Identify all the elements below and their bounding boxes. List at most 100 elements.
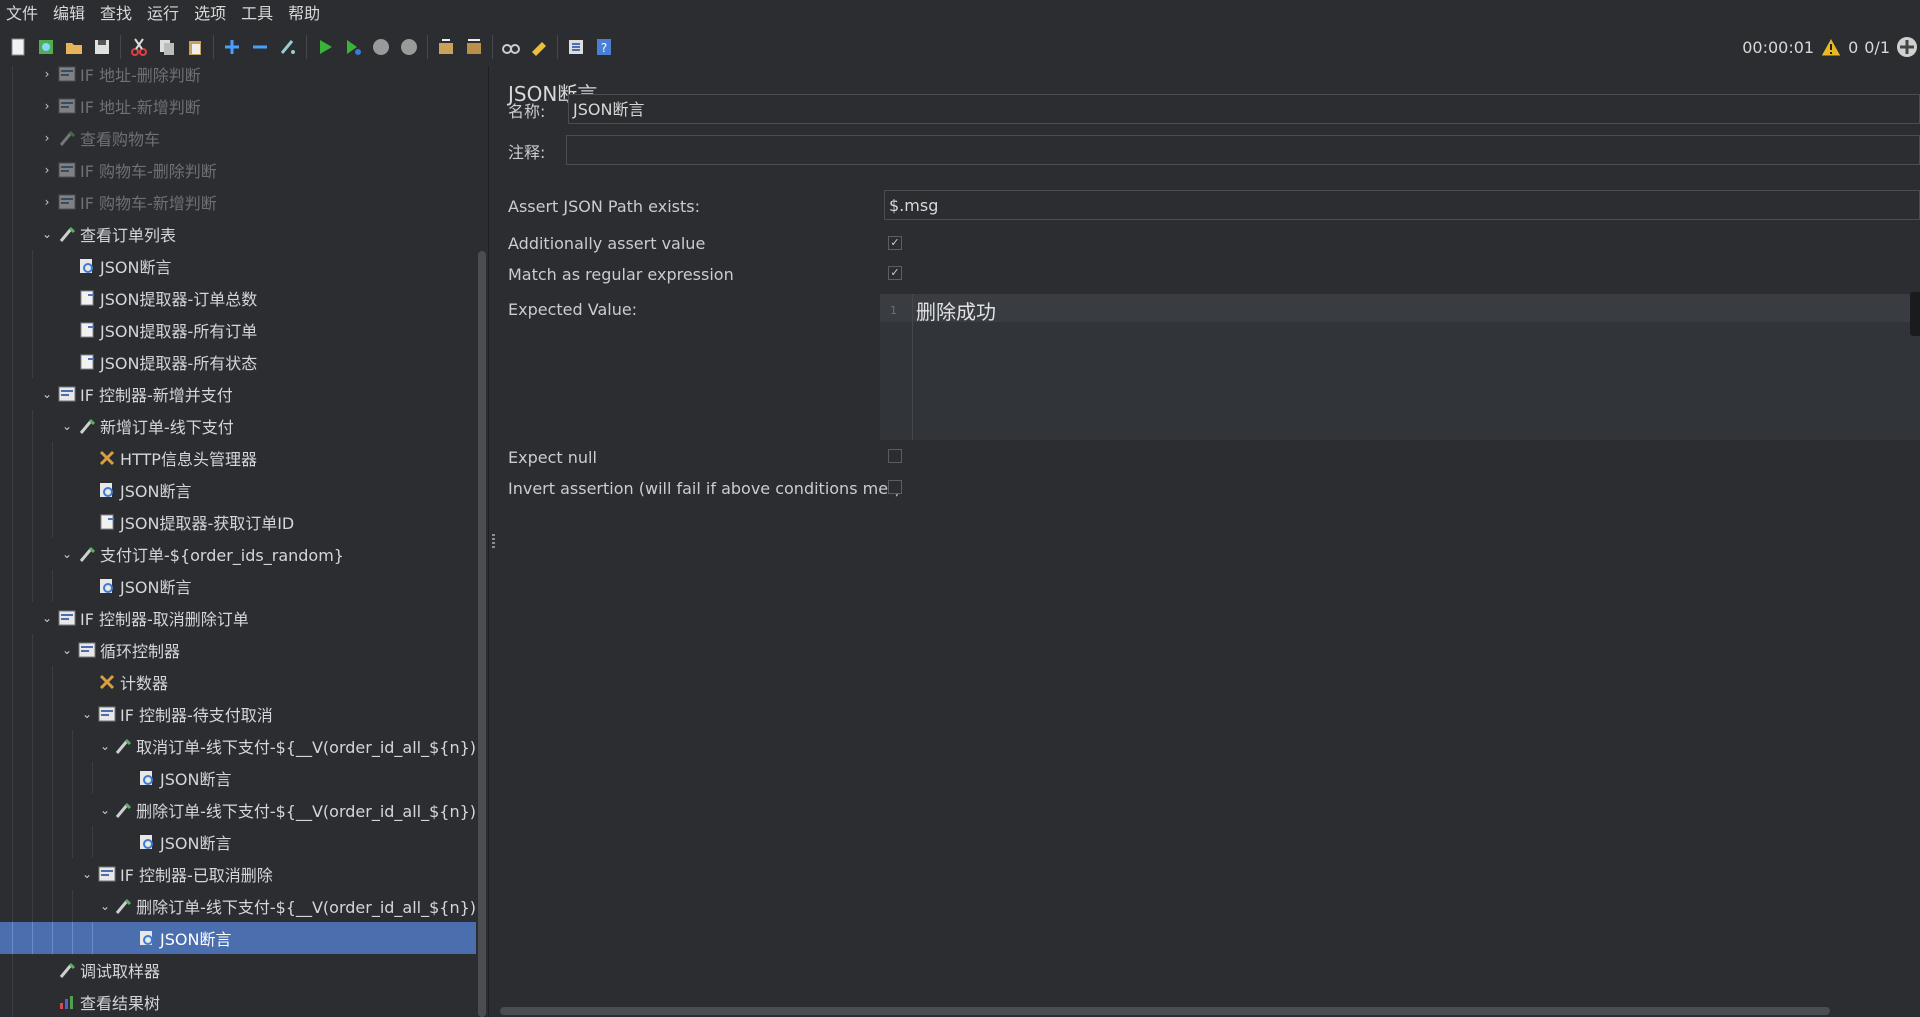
chevron-down-icon[interactable]: ⌄ <box>60 643 74 657</box>
splitter-grip[interactable] <box>492 534 495 548</box>
tree-node[interactable]: JSON断言 <box>0 922 476 954</box>
chevron-right-icon[interactable]: › <box>40 67 54 81</box>
chevron-down-icon[interactable]: ⌄ <box>40 387 54 401</box>
menu-item-2[interactable]: 查找 <box>94 0 141 28</box>
comment-input[interactable] <box>566 135 1920 165</box>
chevron-down-icon[interactable]: ⌄ <box>80 867 94 881</box>
tree-node[interactable]: JSON提取器-所有状态 <box>0 346 476 378</box>
chevron-down-icon[interactable]: ⌄ <box>100 899 110 913</box>
warning-icon[interactable] <box>1820 37 1842 57</box>
chevron-right-icon[interactable]: › <box>40 99 54 113</box>
help-icon[interactable]: ? <box>592 35 616 59</box>
templates-icon[interactable] <box>34 35 58 59</box>
tree-node[interactable]: 查看结果树 <box>0 986 476 1017</box>
expected-value-editor[interactable]: 1 删除成功 <box>880 294 1920 440</box>
tree-guide-line <box>32 922 33 954</box>
expect-null-checkbox[interactable] <box>888 449 902 463</box>
chevron-down-icon[interactable]: ⌄ <box>100 803 110 817</box>
clear-icon[interactable] <box>434 35 458 59</box>
start-no-pause-icon[interactable] <box>341 35 365 59</box>
tree-node[interactable]: JSON断言 <box>0 474 476 506</box>
paste-icon[interactable] <box>183 35 207 59</box>
tree-node[interactable]: ⌄ IF 控制器-待支付取消 <box>0 698 476 730</box>
open-icon[interactable] <box>62 35 86 59</box>
tree-node[interactable]: › 查看购物车 <box>0 122 476 154</box>
chevron-down-icon[interactable]: ⌄ <box>80 707 94 721</box>
chevron-down-icon[interactable]: ⌄ <box>40 611 54 625</box>
tree-node[interactable]: JSON提取器-订单总数 <box>0 282 476 314</box>
tree-node[interactable]: ⌄ 新增订单-线下支付 <box>0 410 476 442</box>
menu-item-1[interactable]: 编辑 <box>47 0 94 28</box>
chevron-right-icon[interactable]: › <box>40 195 54 209</box>
tree-node[interactable]: ⌄ 删除订单-线下支付-${__V(order_id_all_${n})} <box>0 890 476 922</box>
new-icon[interactable] <box>6 35 30 59</box>
toggle-icon[interactable] <box>276 35 300 59</box>
stop-icon[interactable] <box>369 35 393 59</box>
tree-guide-line <box>12 346 13 378</box>
tree-node[interactable]: › IF 地址-删除判断 <box>0 66 476 90</box>
menu-item-0[interactable]: 文件 <box>0 0 47 28</box>
expand-icon[interactable] <box>220 35 244 59</box>
tree-node[interactable]: ⌄ 查看订单列表 <box>0 218 476 250</box>
invert-assertion-checkbox[interactable] <box>888 480 902 494</box>
tree-guide-line <box>52 890 53 922</box>
tree-guide-line <box>52 858 53 890</box>
copy-icon[interactable] <box>155 35 179 59</box>
collapse-icon[interactable] <box>248 35 272 59</box>
expected-value-text[interactable]: 删除成功 <box>916 296 996 325</box>
cut-icon[interactable] <box>127 35 151 59</box>
tree-node[interactable]: › IF 购物车-删除判断 <box>0 154 476 186</box>
panel-scrollbar-thumb[interactable] <box>500 1007 1830 1015</box>
function-helper-icon[interactable] <box>564 35 588 59</box>
tree-node-label: IF 地址-删除判断 <box>80 66 201 85</box>
tree-guide-line <box>32 538 33 570</box>
test-plan-tree[interactable]: › IF 地址-删除判断 › IF 地址-新增判断 › 查看购物车 › IF 购物车-删除判断… <box>0 66 476 1017</box>
tree-node[interactable]: ⌄ 取消订单-线下支付-${__V(order_id_all_${n})} <box>0 730 476 762</box>
start-icon[interactable] <box>313 35 337 59</box>
tree-node-label: JSON断言 <box>160 930 232 949</box>
shutdown-icon[interactable] <box>397 35 421 59</box>
panel-horizontal-scrollbar[interactable] <box>498 1005 1920 1017</box>
tree-node[interactable]: 调试取样器 <box>0 954 476 986</box>
menu-item-5[interactable]: 工具 <box>235 0 282 28</box>
tree-node[interactable]: HTTP信息头管理器 <box>0 442 476 474</box>
menu-item-3[interactable]: 运行 <box>141 0 188 28</box>
save-icon[interactable] <box>90 35 114 59</box>
chevron-right-icon[interactable]: › <box>40 163 54 177</box>
tree-node[interactable]: JSON断言 <box>0 570 476 602</box>
tree-guide-line <box>32 730 33 762</box>
tree-node[interactable]: ⌄ 删除订单-线下支付-${__V(order_id_all_${n})} <box>0 794 476 826</box>
tree-node[interactable]: ⌄ IF 控制器-已取消删除 <box>0 858 476 890</box>
tree-node[interactable]: JSON提取器-获取订单ID <box>0 506 476 538</box>
tree-node[interactable]: › IF 购物车-新增判断 <box>0 186 476 218</box>
tree-node[interactable]: JSON提取器-所有订单 <box>0 314 476 346</box>
tree-node[interactable]: ⌄ 支付订单-${order_ids_random} <box>0 538 476 570</box>
tree-node[interactable]: › IF 地址-新增判断 <box>0 90 476 122</box>
tree-node[interactable]: ⌄ IF 控制器-新增并支付 <box>0 378 476 410</box>
assert-value-checkbox[interactable]: ✓ <box>888 236 902 250</box>
name-input[interactable]: JSON断言 <box>568 94 1920 124</box>
name-label: 名称: <box>508 102 546 121</box>
tree-node[interactable]: JSON断言 <box>0 826 476 858</box>
tree-node[interactable]: ⌄ IF 控制器-取消删除订单 <box>0 602 476 634</box>
chevron-right-icon[interactable]: › <box>40 131 54 145</box>
json-path-input[interactable]: $.msg <box>884 190 1920 220</box>
chevron-down-icon[interactable]: ⌄ <box>100 739 110 753</box>
regex-checkbox[interactable]: ✓ <box>888 266 902 280</box>
menu-item-6[interactable]: 帮助 <box>282 0 329 28</box>
tree-node[interactable]: JSON断言 <box>0 250 476 282</box>
chevron-down-icon[interactable]: ⌄ <box>60 419 74 433</box>
menu-item-4[interactable]: 选项 <box>188 0 235 28</box>
chevron-down-icon[interactable]: ⌄ <box>40 227 54 241</box>
tree-node[interactable]: JSON断言 <box>0 762 476 794</box>
reset-search-icon[interactable] <box>527 35 551 59</box>
tree-guide-line <box>72 794 73 826</box>
tree-scrollbar[interactable] <box>476 66 488 1017</box>
search-icon[interactable] <box>499 35 523 59</box>
chevron-down-icon[interactable]: ⌄ <box>60 547 74 561</box>
tree-node[interactable]: 计数器 <box>0 666 476 698</box>
tree-node[interactable]: ⌄ 循环控制器 <box>0 634 476 666</box>
clear-all-icon[interactable] <box>462 35 486 59</box>
tree-scrollbar-thumb[interactable] <box>478 251 486 1017</box>
